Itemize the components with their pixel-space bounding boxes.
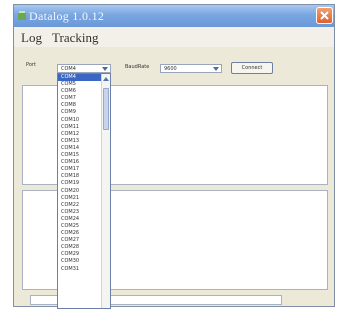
port-select[interactable]: COM4 bbox=[57, 64, 111, 73]
menu-tracking[interactable]: Tracking bbox=[52, 30, 98, 46]
port-option[interactable]: COM12 bbox=[58, 131, 102, 138]
port-option[interactable]: COM31 bbox=[58, 266, 102, 273]
port-option[interactable]: COM6 bbox=[58, 88, 102, 95]
scroll-up-icon[interactable] bbox=[103, 77, 109, 81]
close-button[interactable] bbox=[316, 7, 333, 24]
window-title: Datalog 1.0.12 bbox=[29, 9, 105, 23]
chevron-down-icon bbox=[102, 67, 108, 71]
port-option[interactable]: COM11 bbox=[58, 124, 102, 131]
port-option[interactable]: COM8 bbox=[58, 102, 102, 109]
port-option[interactable]: COM20 bbox=[58, 188, 102, 195]
scrollbar-thumb[interactable] bbox=[103, 88, 109, 130]
port-option[interactable]: COM10 bbox=[58, 117, 102, 124]
port-option[interactable]: COM25 bbox=[58, 223, 102, 230]
port-option[interactable]: COM17 bbox=[58, 166, 102, 173]
port-option[interactable]: COM18 bbox=[58, 173, 102, 180]
port-option[interactable]: COM22 bbox=[58, 202, 102, 209]
port-option[interactable]: COM14 bbox=[58, 145, 102, 152]
app-icon bbox=[18, 11, 26, 20]
port-option[interactable]: COM13 bbox=[58, 138, 102, 145]
connect-button[interactable]: Connect bbox=[231, 62, 273, 74]
port-option[interactable]: COM5 bbox=[58, 81, 102, 88]
port-label: Port bbox=[26, 62, 36, 68]
port-option[interactable]: COM24 bbox=[58, 216, 102, 223]
connect-button-label: Connect bbox=[241, 65, 263, 71]
port-dropdown-list[interactable]: COM4 COM5 COM6 COM7 COM8 COM9 COM10 COM11 COM12 C… bbox=[57, 73, 111, 309]
port-option[interactable]: COM19 bbox=[58, 180, 102, 187]
menu-bar: Log Tracking bbox=[14, 27, 334, 47]
port-option[interactable]: COM26 bbox=[58, 230, 102, 237]
close-icon bbox=[320, 11, 329, 20]
dropdown-scrollbar[interactable] bbox=[101, 74, 110, 308]
port-option[interactable]: COM4 bbox=[58, 74, 102, 82]
port-option[interactable]: COM29 bbox=[58, 251, 102, 258]
title-bar[interactable]: Datalog 1.0.12 bbox=[14, 5, 334, 27]
baud-label: BaudRate bbox=[125, 64, 150, 70]
port-option[interactable]: COM16 bbox=[58, 159, 102, 166]
baud-select-value: 9600 bbox=[164, 66, 177, 72]
port-option[interactable]: COM21 bbox=[58, 195, 102, 202]
port-option[interactable]: COM15 bbox=[58, 152, 102, 159]
port-option[interactable]: COM30 bbox=[58, 258, 102, 265]
port-option[interactable]: COM27 bbox=[58, 237, 102, 244]
port-select-value: COM4 bbox=[61, 66, 76, 72]
port-option[interactable]: COM23 bbox=[58, 209, 102, 216]
port-options: COM4 COM5 COM6 COM7 COM8 COM9 COM10 COM11 COM12 C… bbox=[58, 74, 102, 273]
port-option[interactable]: COM9 bbox=[58, 109, 102, 116]
baud-select[interactable]: 9600 bbox=[160, 64, 222, 73]
chevron-down-icon bbox=[213, 67, 219, 71]
port-option[interactable]: COM28 bbox=[58, 244, 102, 251]
menu-log[interactable]: Log bbox=[21, 30, 42, 46]
port-option[interactable]: COM7 bbox=[58, 95, 102, 102]
